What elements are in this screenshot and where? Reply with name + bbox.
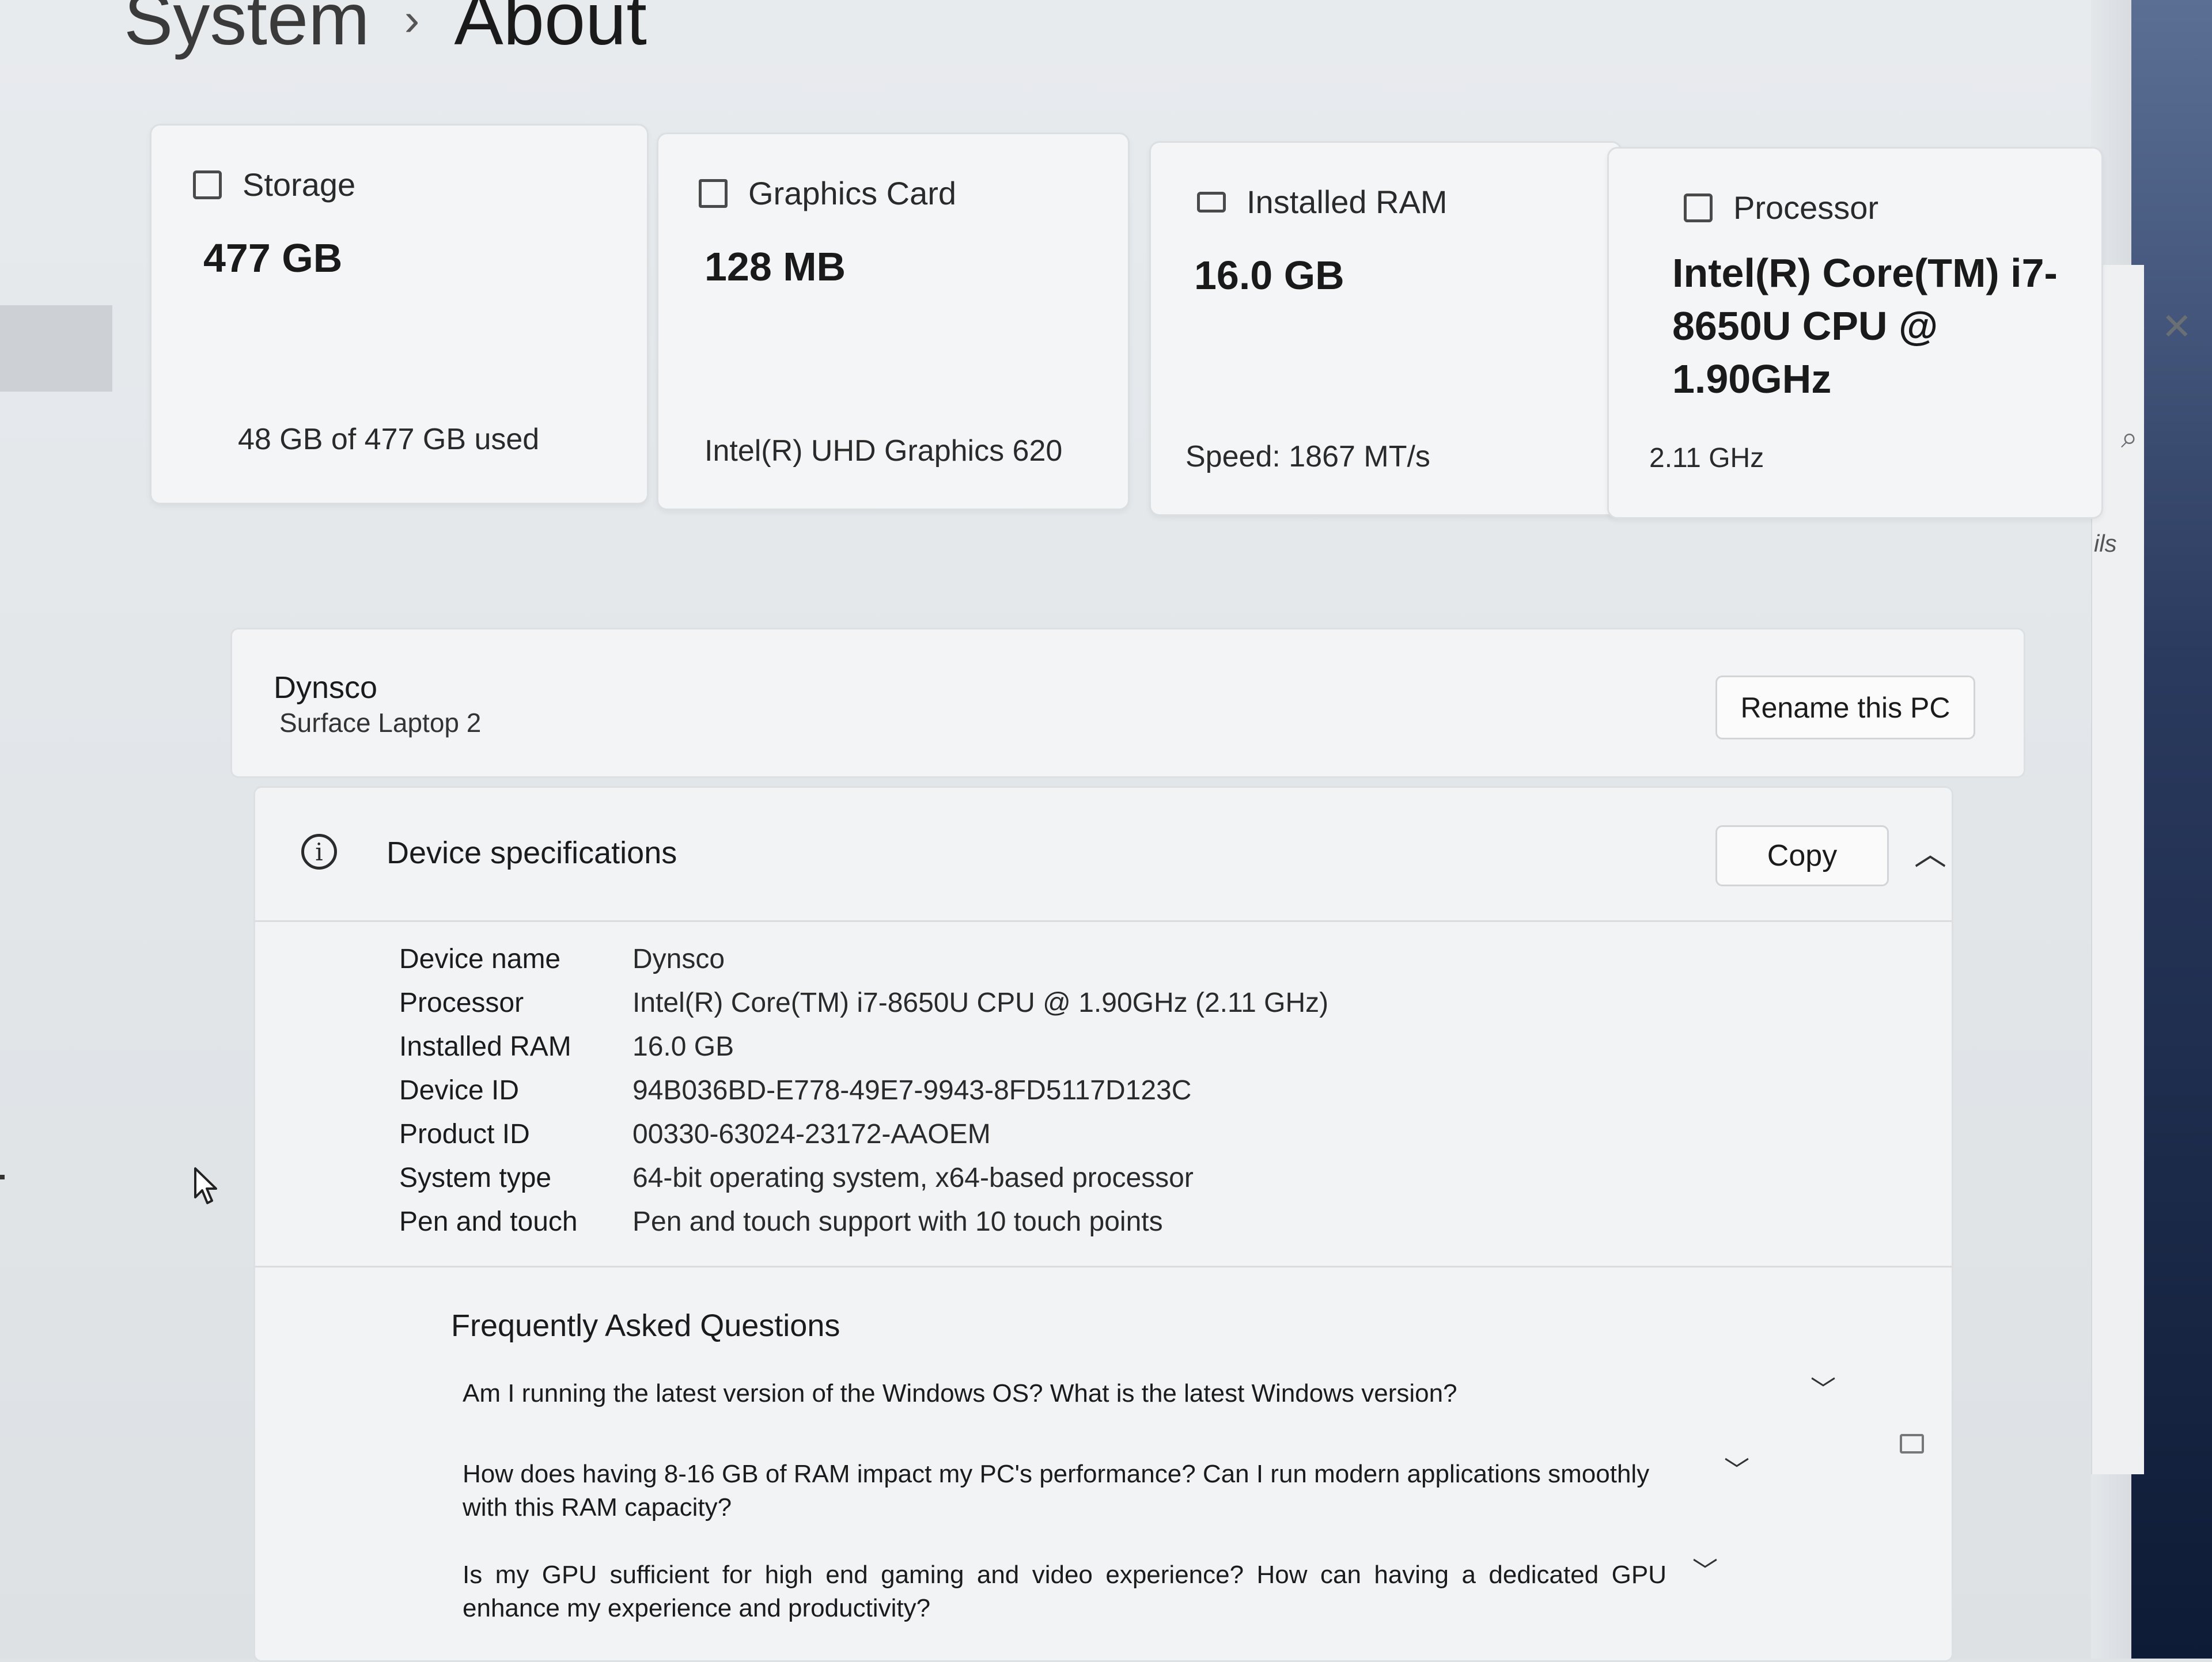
spec-value: 16.0 GB <box>632 1031 734 1062</box>
graphics-memory-value: 128 MB <box>704 244 846 289</box>
spec-row-product-id: Product ID 00330-63024-23172-AAOEM <box>399 1118 1328 1162</box>
memory-icon <box>1197 191 1226 213</box>
storage-icon <box>193 170 222 199</box>
close-icon[interactable]: ✕ <box>2161 305 2192 348</box>
spec-key: Pen and touch <box>399 1206 578 1237</box>
device-specifications-title: Device specifications <box>387 836 677 870</box>
installed-ram-label: Installed RAM <box>1247 184 1448 220</box>
spec-key: Device name <box>399 944 561 974</box>
info-icon: i <box>301 834 337 870</box>
copy-button[interactable]: Copy <box>1715 825 1889 886</box>
device-specifications-card: i Device specifications Copy ︿ Device na… <box>253 786 1953 1662</box>
spec-row-system-type: System type 64-bit operating system, x64… <box>399 1162 1328 1206</box>
side-panel-partial-text: ils <box>2094 530 2117 557</box>
faq-item[interactable]: Is my GPU sufficient for high end gaming… <box>463 1557 1718 1625</box>
processor-icon <box>1684 193 1713 222</box>
spec-key: Processor <box>399 988 524 1018</box>
search-icon[interactable]: ⌕ <box>2121 420 2138 456</box>
faq-title: Frequently Asked Questions <box>451 1308 840 1343</box>
spec-row-pen-and-touch: Pen and touch Pen and touch support with… <box>399 1206 1328 1250</box>
spec-key: Product ID <box>399 1119 530 1149</box>
processor-card: Processor Intel(R) Core(TM) i7-8650U CPU… <box>1607 147 2103 519</box>
processor-value: Intel(R) Core(TM) i7-8650U CPU @ 1.90GHz <box>1672 251 2058 401</box>
chevron-down-icon[interactable]: ﹀ <box>1692 1555 1718 1588</box>
spec-value: 00330-63024-23172-AAOEM <box>632 1119 991 1149</box>
pc-model: Surface Laptop 2 <box>279 708 482 738</box>
graphics-card-detail: Intel(R) UHD Graphics 620 <box>704 434 1063 468</box>
storage-label: Storage <box>243 166 356 203</box>
faq-question: Am I running the latest version of the W… <box>463 1379 1457 1407</box>
pc-name: Dynsco <box>274 670 378 705</box>
breadcrumb-system[interactable]: System <box>124 0 370 62</box>
faq-item[interactable]: Am I running the latest version of the W… <box>463 1376 1836 1410</box>
faq-question: Is my GPU sufficient for high end gaming… <box>463 1561 1666 1622</box>
storage-card: Storage 477 GB 48 GB of 477 GB used <box>150 124 649 504</box>
storage-detail: 48 GB of 477 GB used <box>238 423 540 456</box>
storage-value: 477 GB <box>203 236 343 280</box>
faq-section: Frequently Asked Questions Am I running … <box>255 1266 1952 1622</box>
monitor-icon <box>699 179 728 208</box>
processor-label: Processor <box>1733 189 1879 226</box>
chevron-right-icon: › <box>404 0 420 45</box>
graphics-card-label: Graphics Card <box>748 175 957 211</box>
processor-speed-detail: 2.11 GHz <box>1649 443 1764 473</box>
spec-key: Installed RAM <box>399 1031 571 1062</box>
spec-key: Device ID <box>399 1075 520 1106</box>
spec-value: 94B036BD-E778-49E7-9943-8FD5117D123C <box>632 1075 1192 1106</box>
spec-row-processor: Processor Intel(R) Core(TM) i7-8650U CPU… <box>399 987 1328 1031</box>
installed-ram-value: 16.0 GB <box>1194 253 1344 298</box>
mouse-cursor-icon <box>194 1167 217 1204</box>
chevron-down-icon[interactable]: ﹀ <box>1724 1454 1749 1488</box>
ram-speed-detail: Speed: 1867 MT/s <box>1185 440 1430 473</box>
spec-key: System type <box>399 1163 552 1193</box>
installed-ram-card: Installed RAM 16.0 GB Speed: 1867 MT/s <box>1149 141 1622 516</box>
spec-value: Dynsco <box>632 944 725 974</box>
faq-item[interactable]: How does having 8-16 GB of RAM impact my… <box>463 1456 1749 1524</box>
page-title: About <box>454 0 647 60</box>
spec-rows: Device name Dynsco Processor Intel(R) Co… <box>399 943 1328 1250</box>
spec-row-device-id: Device ID 94B036BD-E778-49E7-9943-8FD511… <box>399 1075 1328 1118</box>
spec-value: Intel(R) Core(TM) i7-8650U CPU @ 1.90GHz… <box>632 988 1329 1018</box>
chevron-up-icon[interactable]: ︿ <box>1914 828 1946 875</box>
spec-value: 64-bit operating system, x64-based proce… <box>632 1163 1194 1193</box>
spec-value: Pen and touch support with 10 touch poin… <box>632 1206 1163 1237</box>
breadcrumb: System › About <box>124 0 647 62</box>
left-nav-highlight <box>0 305 112 392</box>
left-edge-mark <box>0 1175 5 1179</box>
device-specifications-header[interactable]: i Device specifications Copy ︿ <box>255 788 1952 922</box>
chevron-down-icon[interactable]: ﹀ <box>1810 1373 1836 1407</box>
pc-name-row: Dynsco Surface Laptop 2 Rename this PC <box>230 628 2025 778</box>
rename-pc-button[interactable]: Rename this PC <box>1715 676 1975 739</box>
window-icon <box>1900 1434 1924 1454</box>
spec-row-installed-ram: Installed RAM 16.0 GB <box>399 1031 1328 1075</box>
faq-question: How does having 8-16 GB of RAM impact my… <box>463 1460 1650 1521</box>
graphics-card-card: Graphics Card 128 MB Intel(R) UHD Graphi… <box>657 132 1130 510</box>
spec-row-device-name: Device name Dynsco <box>399 943 1328 987</box>
